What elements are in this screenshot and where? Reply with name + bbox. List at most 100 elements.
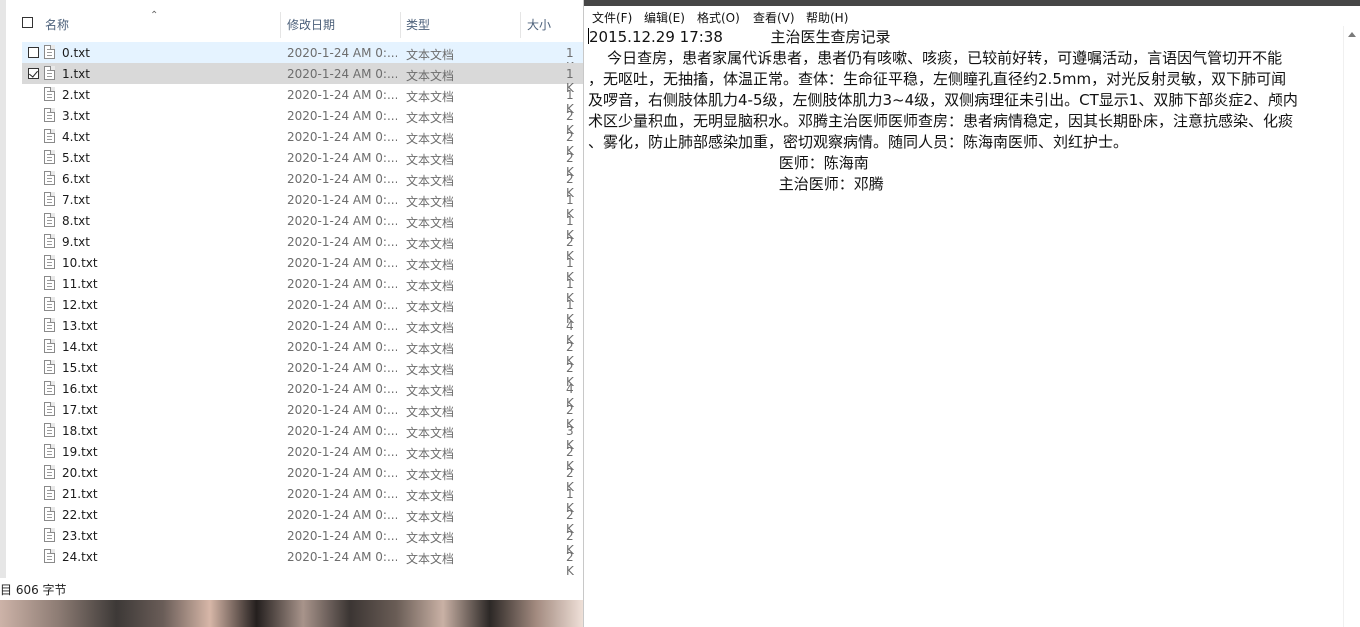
file-row[interactable]: 17.txt 2020-1-24 AM 0:... 文本文档 2 K <box>22 399 583 431</box>
file-name: 11.txt <box>62 277 98 291</box>
select-all-checkbox[interactable] <box>22 17 33 28</box>
row-checkbox[interactable] <box>28 47 39 58</box>
file-name: 1.txt <box>62 67 90 81</box>
file-row[interactable]: 7.txt 2020-1-24 AM 0:... 文本文档 1 K <box>22 189 583 221</box>
sort-ascending-icon: ⌃ <box>150 10 159 21</box>
file-type: 文本文档 <box>406 216 455 230</box>
file-row[interactable]: 9.txt 2020-1-24 AM 0:... 文本文档 2 K <box>22 231 583 263</box>
file-date: 2020-1-24 AM 0:... <box>287 487 397 501</box>
column-header-bar: ⌃ 名称 修改日期 类型 大小 <box>6 6 583 40</box>
file-row[interactable]: 24.txt 2020-1-24 AM 0:... 文本文档 2 K <box>22 546 583 578</box>
text-file-icon <box>44 108 55 122</box>
file-date: 2020-1-24 AM 0:... <box>287 319 397 333</box>
file-type: 文本文档 <box>406 195 455 209</box>
file-type: 文本文档 <box>406 321 455 335</box>
file-date: 2020-1-24 AM 0:... <box>287 382 397 396</box>
file-row[interactable]: 21.txt 2020-1-24 AM 0:... 文本文档 1 K <box>22 483 583 515</box>
text-file-icon <box>44 276 55 290</box>
text-file-icon <box>44 339 55 353</box>
file-date: 2020-1-24 AM 0:... <box>287 88 397 102</box>
vertical-scrollbar[interactable] <box>1343 26 1360 627</box>
file-date: 2020-1-24 AM 0:... <box>287 529 397 543</box>
file-row[interactable]: 8.txt 2020-1-24 AM 0:... 文本文档 1 K <box>22 210 583 242</box>
text-line: 2015.12.29 17:38 主治医生查房记录 <box>588 28 891 46</box>
file-row[interactable]: 15.txt 2020-1-24 AM 0:... 文本文档 2 K <box>22 357 583 389</box>
file-name: 4.txt <box>62 130 90 144</box>
text-file-icon <box>44 213 55 227</box>
text-file-icon <box>44 528 55 542</box>
file-row[interactable]: 4.txt 2020-1-24 AM 0:... 文本文档 2 K <box>22 126 583 158</box>
text-file-icon <box>44 507 55 521</box>
file-name: 0.txt <box>62 46 90 60</box>
file-row[interactable]: 13.txt 2020-1-24 AM 0:... 文本文档 4 K <box>22 315 583 347</box>
column-header-name[interactable]: 名称 <box>45 16 69 33</box>
file-date: 2020-1-24 AM 0:... <box>287 424 397 438</box>
menu-edit[interactable]: 编辑(E) <box>644 9 685 26</box>
file-size: 2 K <box>566 550 574 578</box>
notepad-window: 文件(F) 编辑(E) 格式(O) 查看(V) 帮助(H) 2015.12.29… <box>583 0 1360 627</box>
file-row[interactable]: 2.txt 2020-1-24 AM 0:... 文本文档 1 K <box>22 84 583 116</box>
column-divider[interactable] <box>400 12 401 38</box>
file-date: 2020-1-24 AM 0:... <box>287 277 397 291</box>
file-row[interactable]: 16.txt 2020-1-24 AM 0:... 文本文档 4 K <box>22 378 583 410</box>
file-date: 2020-1-24 AM 0:... <box>287 508 397 522</box>
file-name: 21.txt <box>62 487 98 501</box>
file-row[interactable]: 1.txt 2020-1-24 AM 0:... 文本文档 1 K <box>22 63 583 95</box>
file-date: 2020-1-24 AM 0:... <box>287 466 397 480</box>
status-text: 目 606 字节 <box>0 583 67 597</box>
menu-format[interactable]: 格式(O) <box>697 9 740 26</box>
file-row[interactable]: 5.txt 2020-1-24 AM 0:... 文本文档 2 K <box>22 147 583 179</box>
file-date: 2020-1-24 AM 0:... <box>287 403 397 417</box>
scroll-up-arrow-icon[interactable] <box>1348 32 1356 37</box>
file-date: 2020-1-24 AM 0:... <box>287 130 397 144</box>
file-row[interactable]: 18.txt 2020-1-24 AM 0:... 文本文档 3 K <box>22 420 583 452</box>
column-divider[interactable] <box>520 12 521 38</box>
file-name: 22.txt <box>62 508 98 522</box>
column-header-date[interactable]: 修改日期 <box>287 16 335 33</box>
row-checkbox[interactable] <box>28 68 39 79</box>
file-row[interactable]: 0.txt2020-1-24 AM 0:...文本文档1 K <box>22 42 583 74</box>
text-file-icon <box>44 255 55 269</box>
file-type: 文本文档 <box>406 468 455 482</box>
menu-file[interactable]: 文件(F) <box>592 9 632 26</box>
file-name: 13.txt <box>62 319 98 333</box>
file-type: 文本文档 <box>406 132 455 146</box>
column-header-size[interactable]: 大小 <box>527 16 551 33</box>
text-line: 及啰音，右侧肢体肌力4-5级，左侧肢体肌力3~4级，双侧病理征未引出。CT显示1… <box>588 91 1298 109</box>
file-type: 文本文档 <box>406 174 455 188</box>
file-row[interactable]: 3.txt 2020-1-24 AM 0:... 文本文档 2 K <box>22 105 583 137</box>
text-file-icon <box>44 402 55 416</box>
file-row[interactable]: 22.txt 2020-1-24 AM 0:... 文本文档 2 K <box>22 504 583 536</box>
text-line: 今日查房，患者家属代诉患者，患者仍有咳嗽、咳痰，已较前好转，可遵嘱活动，言语因气… <box>588 49 1283 67</box>
column-header-type[interactable]: 类型 <box>406 16 430 33</box>
file-row[interactable]: 12.txt 2020-1-24 AM 0:... 文本文档 1 K <box>22 294 583 326</box>
text-file-icon <box>44 87 55 101</box>
menu-view[interactable]: 查看(V) <box>753 9 795 26</box>
file-row[interactable]: 23.txt 2020-1-24 AM 0:... 文本文档 2 K <box>22 525 583 557</box>
file-type: 文本文档 <box>406 342 455 356</box>
file-name: 16.txt <box>62 382 98 396</box>
file-type: 文本文档 <box>406 237 455 251</box>
file-row[interactable]: 11.txt 2020-1-24 AM 0:... 文本文档 1 K <box>22 273 583 305</box>
text-file-icon <box>44 465 55 479</box>
file-row[interactable]: 14.txt 2020-1-24 AM 0:... 文本文档 2 K <box>22 336 583 368</box>
menu-help[interactable]: 帮助(H) <box>806 9 848 26</box>
text-line: ，无呕吐，无抽搐，体温正常。查体：生命征平稳，左侧瞳孔直径约2.5mm，对光反射… <box>588 70 1287 88</box>
file-row[interactable]: 6.txt 2020-1-24 AM 0:... 文本文档 2 K <box>22 168 583 200</box>
file-row[interactable]: 20.txt 2020-1-24 AM 0:... 文本文档 2 K <box>22 462 583 494</box>
status-bar: 目 606 字节 <box>0 578 583 600</box>
file-type: 文本文档 <box>406 111 455 125</box>
desktop-wallpaper <box>0 600 583 627</box>
column-divider[interactable] <box>280 12 281 38</box>
text-file-icon <box>44 444 55 458</box>
file-date: 2020-1-24 AM 0:... <box>287 550 397 564</box>
file-name: 7.txt <box>62 193 90 207</box>
notepad-text-area[interactable]: 2015.12.29 17:38 主治医生查房记录 今日查房，患者家属代诉患者，… <box>588 26 1343 627</box>
file-name: 24.txt <box>62 550 98 564</box>
file-type: 文本文档 <box>406 405 455 419</box>
file-row[interactable]: 10.txt 2020-1-24 AM 0:... 文本文档 1 K <box>22 252 583 284</box>
file-date: 2020-1-24 AM 0:... <box>287 214 397 228</box>
file-name: 9.txt <box>62 235 90 249</box>
file-date: 2020-1-24 AM 0:... <box>287 67 397 81</box>
file-row[interactable]: 19.txt 2020-1-24 AM 0:... 文本文档 2 K <box>22 441 583 473</box>
